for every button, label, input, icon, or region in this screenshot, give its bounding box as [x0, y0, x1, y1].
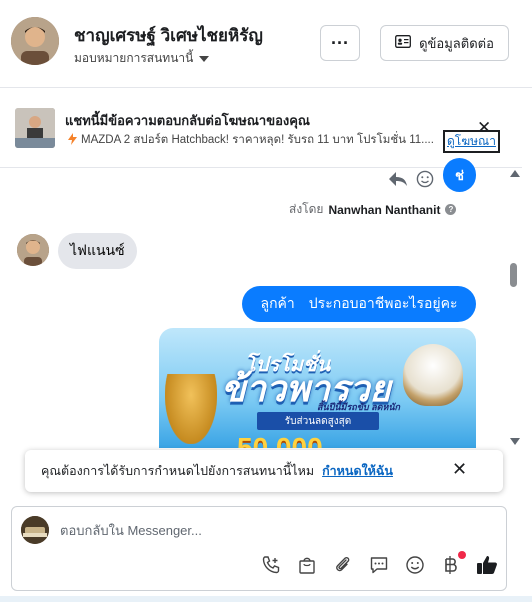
flash-icon: [68, 132, 77, 148]
ad-banner-subtitle: MAZDA 2 สปอร์ต Hatchback! ราคาหลุด! รับร…: [68, 131, 438, 149]
assign-toast: คุณต้องการได้รับการกำหนดไปยังการสนทนานี้…: [25, 450, 503, 492]
page-footer-strip: [0, 596, 532, 602]
sent-by-label: ส่งโดย Nanwhan Nanthanit ?: [289, 200, 457, 219]
message-text-part: ลูกค้า: [260, 295, 295, 311]
saved-reply-icon[interactable]: [367, 553, 391, 577]
notification-dot: [458, 551, 466, 559]
outgoing-message-bubble[interactable]: ช่: [443, 158, 476, 192]
contact-name: ชาญเศรษฐ์ วิเศษไชยหิรัญ: [74, 26, 263, 45]
rice-sack-graphic: [403, 344, 463, 406]
promo-amount: 50,000: [237, 432, 323, 448]
contact-avatar-small[interactable]: [17, 234, 49, 266]
paperclip-icon[interactable]: [331, 553, 355, 577]
reply-icon[interactable]: [388, 170, 408, 193]
phone-plus-icon[interactable]: [259, 553, 283, 577]
more-options-button[interactable]: ···: [320, 25, 360, 61]
close-icon[interactable]: ✕: [452, 459, 467, 480]
ad-reply-banner: แชทนี้มีข้อความตอบกลับต่อโฆษณาของคุณ MAZ…: [0, 88, 522, 168]
assign-label: มอบหมายการสนทนานี้: [74, 51, 194, 65]
assign-conversation-dropdown[interactable]: มอบหมายการสนทนานี้: [74, 49, 210, 68]
promo-image-attachment[interactable]: โปรโมชั่น ข้าวพารวย สิ้นปีนี้มีรถขับ ลดห…: [159, 328, 476, 448]
outgoing-message-bubble[interactable]: ลูกค้า ประกอบอาชีพอะไรอยู่คะ: [242, 286, 476, 322]
chevron-down-icon: [199, 55, 210, 62]
sent-by-prefix: ส่งโดย: [289, 202, 324, 216]
scroll-up-arrow-icon[interactable]: [510, 170, 520, 177]
rice-stalk-graphic: [165, 374, 217, 444]
incoming-message-bubble[interactable]: ไฟแนนซ์: [58, 233, 137, 269]
shopping-bag-icon[interactable]: [295, 553, 319, 577]
page-avatar: [21, 516, 49, 544]
promo-badge: รับส่วนลดสูงสุด: [257, 412, 379, 430]
sender-name: Nanwhan Nanthanit: [328, 202, 441, 217]
more-label: ···: [331, 32, 349, 53]
message-actions: [388, 170, 434, 193]
close-icon[interactable]: ✕: [477, 118, 491, 138]
reply-input[interactable]: [60, 516, 480, 544]
contact-avatar[interactable]: [11, 17, 59, 65]
view-contact-info-button[interactable]: ดูข้อมูลติดต่อ: [380, 25, 509, 61]
scroll-down-arrow-icon[interactable]: [510, 438, 520, 445]
assign-to-me-link[interactable]: กำหนดให้ฉัน: [322, 461, 393, 481]
toast-text: คุณต้องการได้รับการกำหนดไปยังการสนทนานี้…: [41, 464, 315, 478]
view-ad-link[interactable]: ดูโฆษณา: [443, 130, 500, 153]
emoji-icon[interactable]: [403, 553, 427, 577]
contact-card-icon: [395, 35, 412, 51]
emoji-reaction-icon[interactable]: [416, 170, 434, 193]
contact-info-label: ดูข้อมูลติดต่อ: [419, 35, 494, 51]
like-icon[interactable]: [475, 553, 499, 577]
conversation-header: ชาญเศรษฐ์ วิเศษไชยหิรัญ มอบหมายการสนทนาน…: [0, 0, 532, 88]
scroll-thumb[interactable]: [510, 263, 517, 287]
info-icon[interactable]: ?: [445, 204, 457, 215]
message-composer: [11, 506, 507, 591]
ad-subtitle-text: MAZDA 2 สปอร์ต Hatchback! ราคาหลุด! รับร…: [81, 134, 434, 146]
message-text-part: ประกอบอาชีพอะไรอยู่คะ: [308, 295, 458, 311]
message-scrollbar[interactable]: [508, 168, 522, 448]
ad-thumbnail: [15, 108, 55, 148]
ad-banner-title: แชทนี้มีข้อความตอบกลับต่อโฆษณาของคุณ: [65, 113, 310, 128]
